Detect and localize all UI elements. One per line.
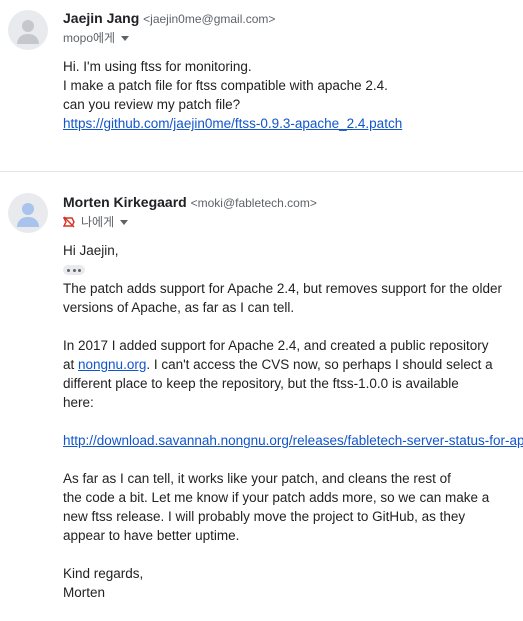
body-line: versions of Apache, as far as I can tell… — [63, 300, 295, 315]
ellipsis-icon[interactable] — [63, 265, 85, 276]
body-line: appear to have better uptime. — [63, 528, 240, 543]
sender-name[interactable]: Morten Kirkegaard — [63, 194, 187, 210]
message-body: Hi. I'm using ftss for monitoring. I mak… — [63, 57, 402, 133]
important-not-icon[interactable] — [63, 216, 75, 228]
patch-link[interactable]: https://github.com/jaejin0me/ftss-0.9.3-… — [63, 116, 402, 131]
download-link[interactable]: http://download.savannah.nongnu.org/rele… — [63, 433, 523, 448]
message-1: Jaejin Jang <jaejin0me@gmail.com> mopo에게… — [0, 0, 523, 160]
caret-down-icon[interactable] — [120, 220, 129, 226]
signature: Morten — [63, 585, 106, 600]
body-line: the code a bit. Let me know if your patc… — [63, 490, 490, 505]
nongnu-link[interactable]: nongnu.org — [78, 357, 146, 372]
closing: Kind regards, — [63, 566, 144, 581]
body-line: different place to keep the repository, … — [63, 376, 459, 391]
sender-email: <moki@fabletech.com> — [190, 196, 317, 210]
sender-avatar[interactable] — [8, 193, 48, 233]
recipient-dropdown[interactable]: mopo에게 — [63, 30, 130, 46]
body-line: In 2017 I added support for Apache 2.4, … — [63, 338, 489, 353]
recipient-dropdown[interactable]: 나에게 — [63, 214, 129, 230]
body-line: at nongnu.org. I can't access the CVS no… — [63, 357, 493, 372]
caret-down-icon[interactable] — [121, 36, 130, 42]
body-line: I make a patch file for ftss compatible … — [63, 78, 388, 93]
body-line: Hi. I'm using ftss for monitoring. — [63, 59, 252, 74]
body-line: The patch adds support for Apache 2.4, b… — [63, 281, 503, 296]
person-icon — [22, 203, 34, 215]
body-line: here: — [63, 395, 94, 410]
sender-avatar[interactable] — [8, 10, 48, 50]
sender-line: Morten Kirkegaard <moki@fabletech.com> — [63, 193, 317, 212]
body-line: can you review my patch file? — [63, 97, 241, 112]
sender-name[interactable]: Jaejin Jang — [63, 10, 139, 26]
message-2: Morten Kirkegaard <moki@fabletech.com> 나… — [0, 171, 523, 621]
person-icon — [22, 20, 34, 32]
greeting: Hi Jaejin, — [63, 243, 119, 258]
body-line: As far as I can tell, it works like your… — [63, 471, 451, 486]
sender-line: Jaejin Jang <jaejin0me@gmail.com> — [63, 9, 275, 28]
body-line: new ftss release. I will probably move t… — [63, 509, 466, 524]
recipient-label: 나에게 — [81, 215, 115, 229]
message-body: Hi Jaejin, The patch adds support for Ap… — [63, 241, 523, 602]
recipient-label: mopo에게 — [63, 31, 116, 45]
sender-email: <jaejin0me@gmail.com> — [143, 12, 276, 26]
